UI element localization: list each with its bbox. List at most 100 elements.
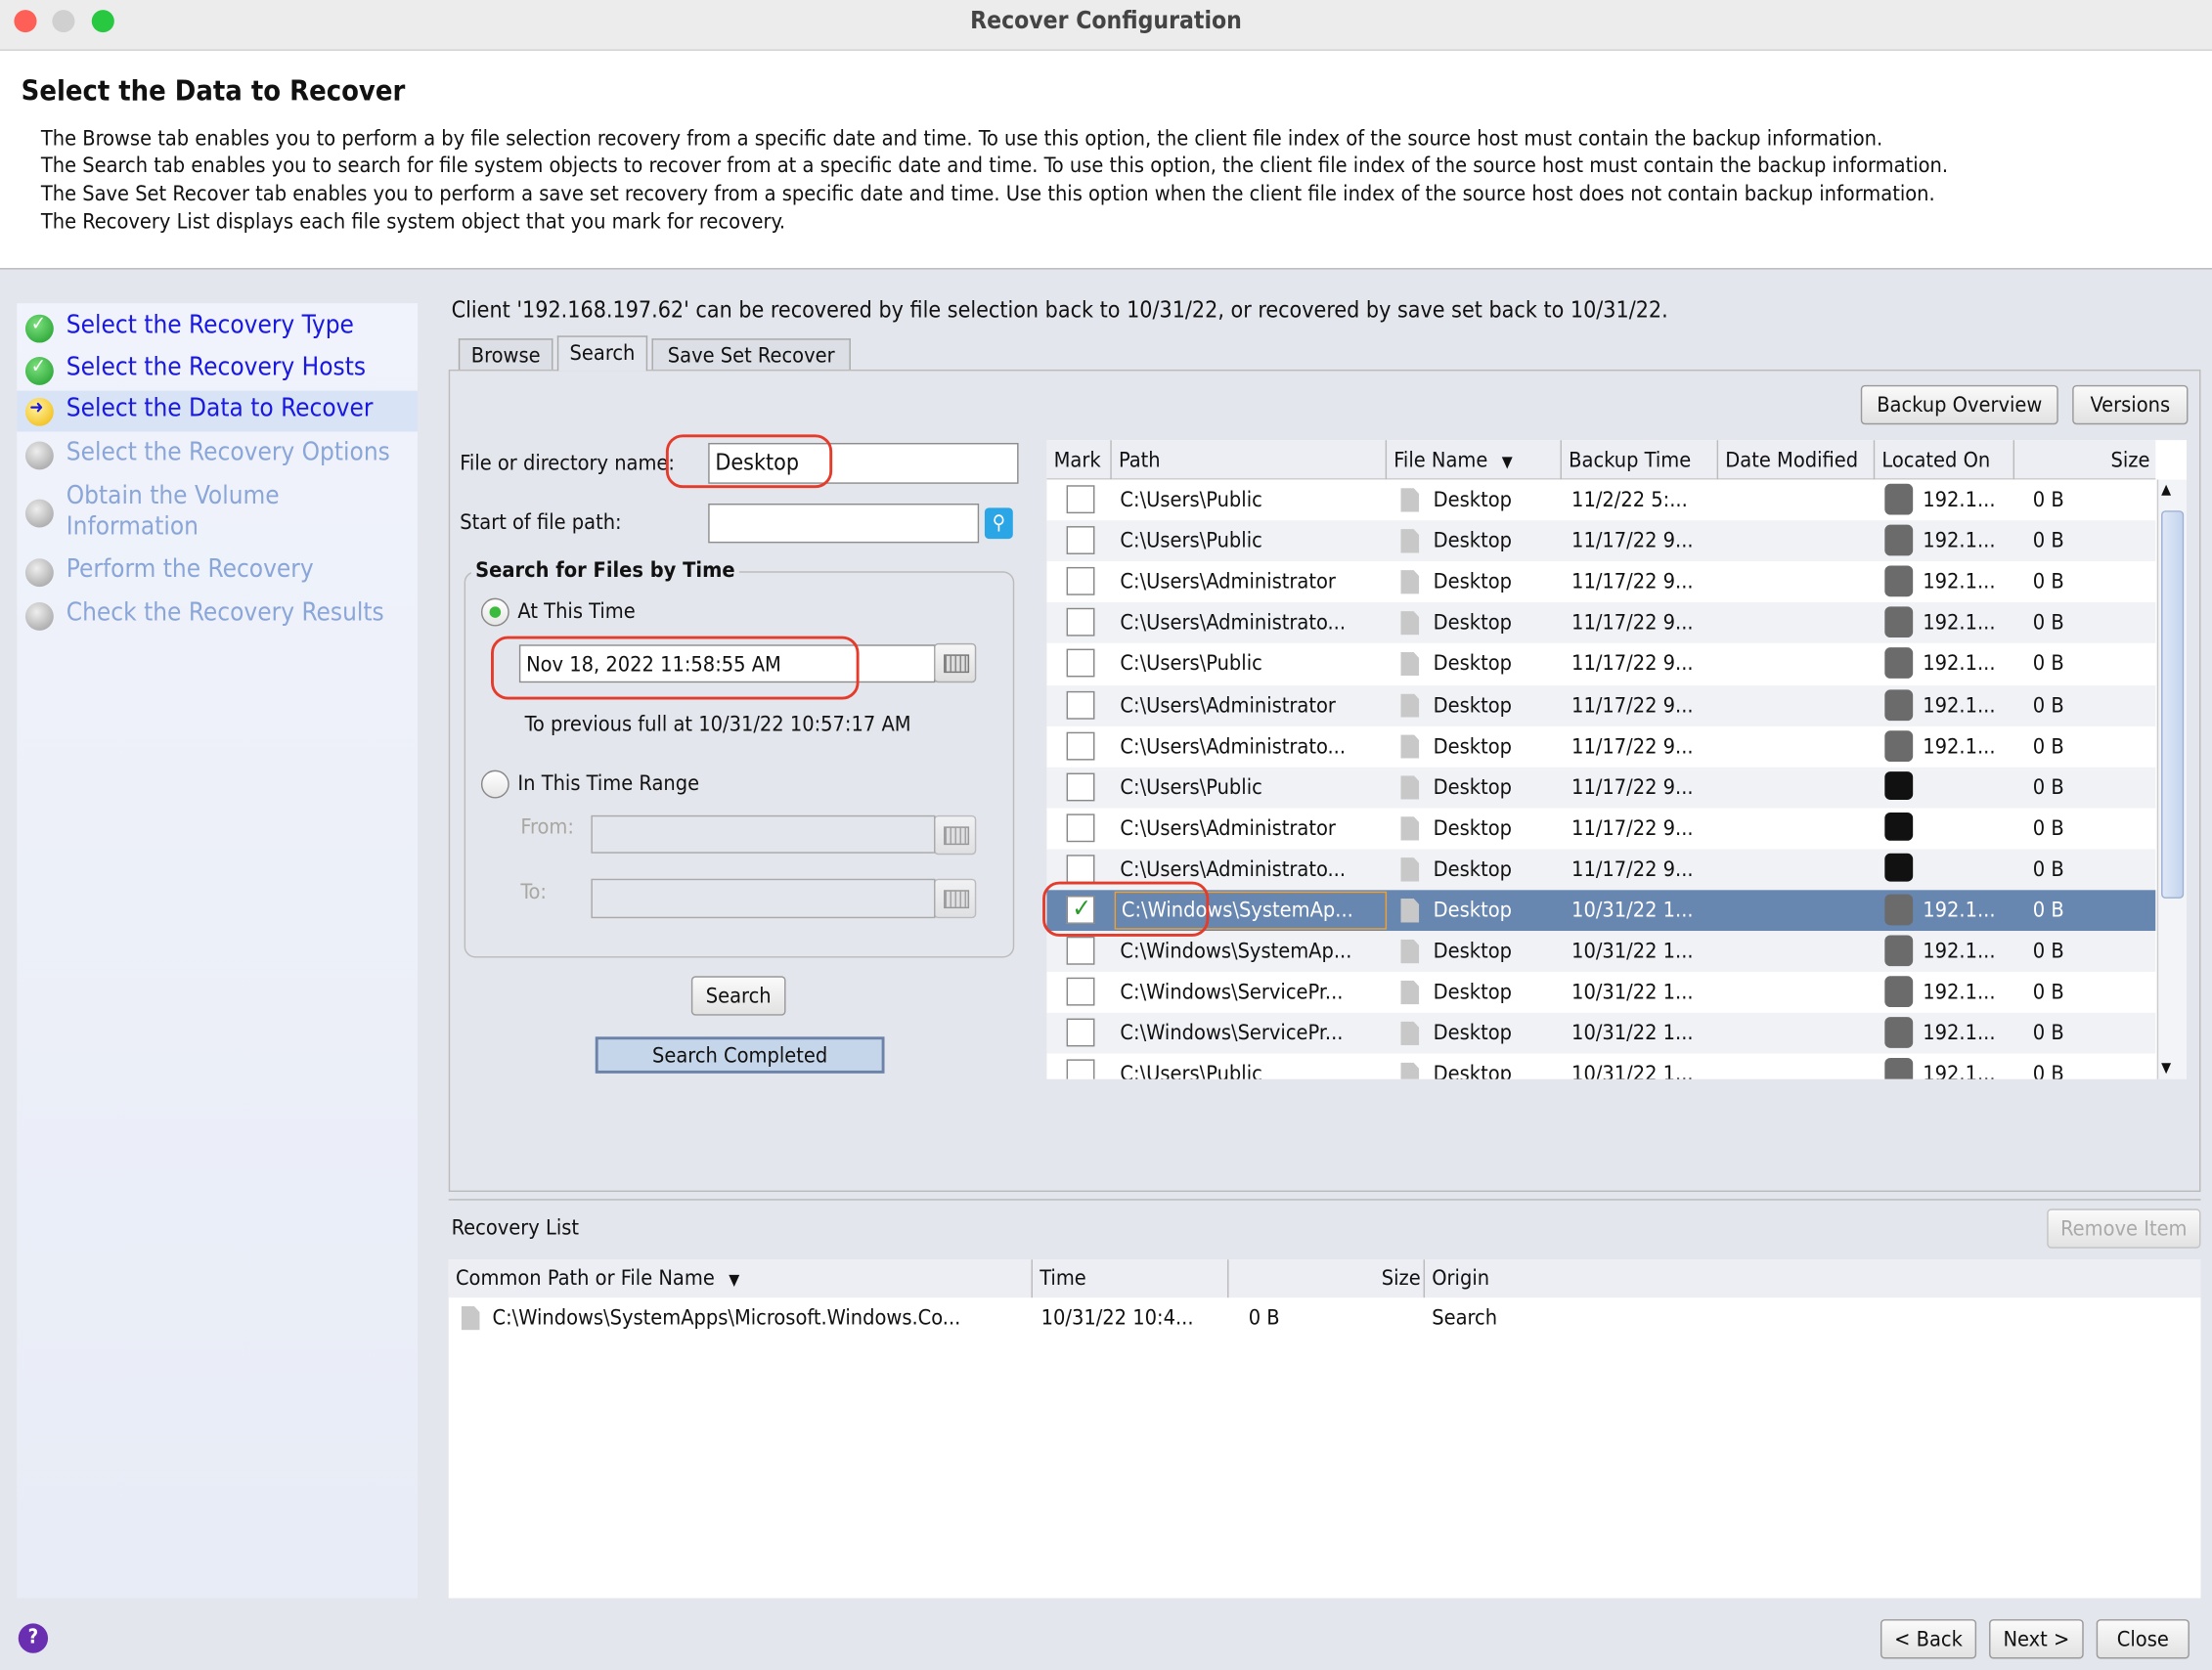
tab-search[interactable]: Search — [556, 335, 648, 372]
backup-overview-button[interactable]: Backup Overview — [1860, 384, 2058, 425]
scroll-up-icon[interactable]: ▲ — [2161, 482, 2171, 498]
start-path-input[interactable] — [708, 504, 980, 544]
tab-browse[interactable]: Browse — [458, 338, 553, 372]
column-time[interactable]: Time — [1033, 1259, 1229, 1298]
next-button[interactable]: Next > — [1989, 1619, 2084, 1659]
step-data-to-recover[interactable]: ➜ Select the Data to Recover — [17, 390, 419, 432]
file-icon — [1400, 980, 1420, 1005]
table-row[interactable]: C:\Users\Administrator Desktop 11/17/22 9.… — [1046, 561, 2156, 603]
row-path: C:\Windows\ServicePr... — [1120, 1020, 1344, 1046]
column-mark[interactable]: Mark — [1046, 440, 1112, 480]
description-line: The Save Set Recover tab enables you to … — [40, 180, 1935, 206]
row-backup-time: 11/17/22 9... — [1571, 691, 1694, 718]
row-size: 0 B — [2032, 773, 2064, 800]
row-path: C:\Users\Public — [1120, 486, 1262, 512]
calendar-icon[interactable] — [934, 878, 977, 919]
mark-checkbox[interactable] — [1066, 1059, 1095, 1079]
time-range-radio[interactable] — [480, 769, 509, 799]
row-file-name: Desktop — [1433, 938, 1512, 964]
step-label: Select the Recovery Type — [66, 310, 354, 340]
to-input[interactable] — [591, 878, 936, 919]
mark-checkbox[interactable] — [1066, 977, 1095, 1006]
table-row[interactable]: C:\Users\Administrator Desktop 11/17/22 9.… — [1046, 808, 2156, 850]
scroll-thumb[interactable] — [2161, 510, 2185, 899]
step-recovery-hosts[interactable]: ✓ Select the Recovery Hosts — [17, 351, 418, 390]
table-row[interactable]: C:\Windows\ServicePr... Desktop 10/31/22 1… — [1046, 972, 2156, 1014]
mark-checkbox[interactable] — [1066, 608, 1095, 637]
mark-checkbox[interactable] — [1066, 649, 1095, 679]
from-input[interactable] — [591, 814, 936, 854]
search-status: Search Completed — [595, 1036, 885, 1074]
file-icon — [1400, 1062, 1420, 1079]
table-row[interactable]: C:\Users\Public Desktop 10/31/22 1... 192.1… — [1046, 1054, 2156, 1079]
column-path[interactable]: Path — [1112, 440, 1388, 480]
table-row[interactable]: C:\Windows\ServicePr... Desktop 10/31/22 1… — [1046, 1013, 2156, 1055]
row-path: C:\Windows\SystemAp... — [1120, 938, 1352, 964]
table-row[interactable]: C:\Users\Public Desktop 11/17/22 9... 192.1… — [1046, 520, 2156, 562]
table-row[interactable]: C:\Users\Administrato... Desktop 11/17/22 … — [1046, 602, 2156, 644]
row-backup-time: 11/17/22 9... — [1571, 856, 1694, 882]
column-common-path[interactable]: Common Path or File Name ▼ — [449, 1259, 1033, 1298]
row-size: 0 B — [2032, 1020, 2064, 1046]
previous-full-text: To previous full at 10/31/22 10:57:17 AM — [524, 711, 911, 737]
at-this-time-radio[interactable] — [480, 597, 509, 627]
table-row[interactable]: C:\Users\Public Desktop 11/2/22 5:... 192.1… — [1046, 479, 2156, 521]
versions-button[interactable]: Versions — [2072, 384, 2189, 425]
row-size: 0 B — [2032, 856, 2064, 882]
calendar-icon[interactable] — [934, 642, 977, 683]
mark-checkbox[interactable] — [1066, 690, 1095, 720]
table-row[interactable]: C:\Users\Administrato... Desktop 11/17/22 … — [1046, 725, 2156, 768]
column-date-modified[interactable]: Date Modified — [1718, 440, 1876, 480]
row-backup-time: 10/31/22 1... — [1571, 897, 1694, 923]
column-backup-time[interactable]: Backup Time — [1562, 440, 1719, 480]
results-scrollbar[interactable]: ▲ ▼ — [2156, 479, 2188, 1079]
arrow-right-icon: ➜ — [24, 397, 54, 426]
disk-icon — [1884, 688, 1914, 721]
at-this-time-label: At This Time — [517, 597, 636, 624]
mark-checkbox[interactable] — [1066, 485, 1095, 514]
mark-checkbox[interactable] — [1066, 772, 1095, 801]
table-row[interactable]: C:\Users\Administrato... Desktop 11/17/22 … — [1046, 849, 2156, 891]
column-origin[interactable]: Origin — [1425, 1259, 1707, 1297]
close-button[interactable]: Close — [2096, 1619, 2190, 1659]
step-label: Obtain the Volume Information — [66, 480, 280, 542]
remove-item-button[interactable]: Remove Item — [2047, 1209, 2201, 1249]
file-name-label: File or directory name: — [460, 450, 675, 476]
annotation-highlight — [665, 434, 833, 489]
back-button[interactable]: < Back — [1880, 1619, 1977, 1659]
help-question-icon[interactable]: ? — [18, 1623, 49, 1653]
row-size: 0 B — [2032, 979, 2064, 1005]
browse-path-search-icon[interactable]: ⚲ — [984, 507, 1013, 540]
row-size: 0 B — [2032, 897, 2064, 923]
row-file-name: Desktop — [1433, 773, 1512, 800]
mark-checkbox[interactable] — [1066, 1018, 1095, 1047]
table-row[interactable]: C:\Users\Public Desktop 11/17/22 9... 192.1… — [1046, 643, 2156, 685]
mark-checkbox[interactable] — [1066, 567, 1095, 596]
file-icon — [461, 1305, 480, 1331]
row-located-on: 192.1... — [1923, 486, 1996, 512]
table-row[interactable]: C:\Users\Public Desktop 11/17/22 9... 0 B — [1046, 767, 2156, 809]
step-recovery-type[interactable]: ✓ Select the Recovery Type — [17, 309, 418, 348]
column-size[interactable]: Size — [2014, 440, 2155, 479]
tab-save-set-recover[interactable]: Save Set Recover — [651, 338, 851, 372]
column-size[interactable]: Size — [1229, 1259, 1426, 1298]
recovery-list-row[interactable]: C:\Windows\SystemApps\Microsoft.Windows.… — [449, 1299, 2201, 1338]
mark-checkbox[interactable] — [1066, 813, 1095, 842]
column-file-name[interactable]: File Name ▼ — [1387, 440, 1562, 480]
scroll-down-icon[interactable]: ▼ — [2161, 1061, 2171, 1077]
file-icon — [1400, 611, 1420, 636]
mark-checkbox[interactable] — [1066, 855, 1095, 883]
calendar-icon[interactable] — [934, 814, 977, 856]
search-button[interactable]: Search — [690, 976, 786, 1016]
table-row[interactable]: C:\Users\Administrator Desktop 11/17/22 9.… — [1046, 684, 2156, 726]
table-row[interactable]: ✓ C:\Windows\SystemAp... Desktop 10/31/22 1… — [1046, 890, 2156, 932]
column-located-on[interactable]: Located On — [1875, 440, 2015, 480]
disk-icon — [1884, 976, 1914, 1008]
check-icon: ✓ — [24, 313, 54, 343]
mark-checkbox[interactable] — [1066, 526, 1095, 555]
table-row[interactable]: C:\Windows\SystemAp... Desktop 10/31/22 1.… — [1046, 931, 2156, 973]
row-size: 0 B — [2032, 609, 2064, 636]
mark-checkbox[interactable] — [1066, 731, 1095, 760]
row-size: 0 B — [2032, 732, 2064, 759]
mark-checkbox[interactable] — [1066, 937, 1095, 965]
